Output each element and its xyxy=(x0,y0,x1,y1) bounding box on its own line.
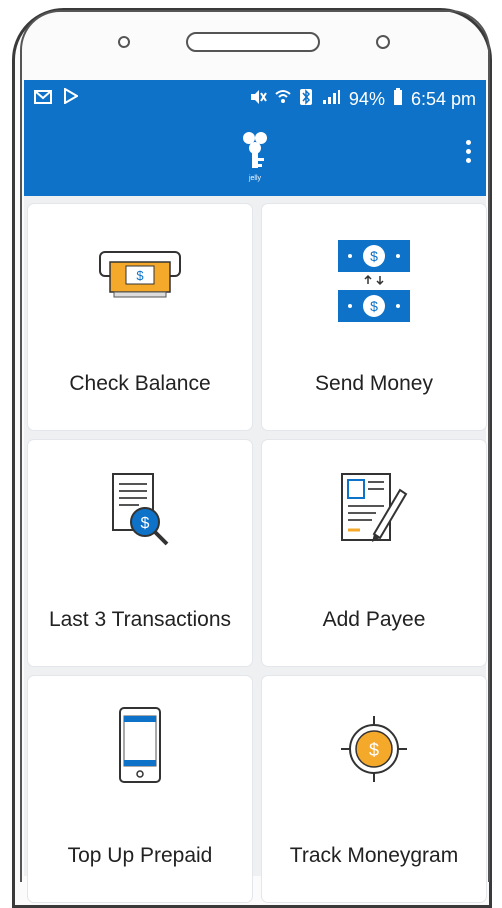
wifi-icon xyxy=(275,89,291,110)
tile-last-3-transactions[interactable]: $ Last 3 Transactions xyxy=(28,440,252,666)
tile-label: Send Money xyxy=(315,372,433,395)
signal-icon xyxy=(321,89,341,110)
svg-text:$: $ xyxy=(370,298,378,314)
atm-cash-icon: $ xyxy=(99,251,181,298)
tile-add-payee[interactable]: Add Payee xyxy=(262,440,486,666)
sensor-icon xyxy=(118,36,130,48)
statement-search-icon: $ xyxy=(112,473,169,546)
svg-text:$: $ xyxy=(369,740,379,760)
app-logo[interactable]: jelly xyxy=(238,126,272,182)
tile-label: Top Up Prepaid xyxy=(67,844,213,867)
battery-percent: 94% xyxy=(348,89,385,109)
tile-label: Track Moneygram xyxy=(289,844,459,867)
status-bar: 94% 6:54 pm xyxy=(24,80,486,118)
tile-send-money[interactable]: $ $ Send Money xyxy=(262,204,486,430)
tile-label: Check Balance xyxy=(69,372,211,395)
mute-icon xyxy=(249,89,267,110)
tile-top-up-prepaid[interactable]: Top Up Prepaid xyxy=(28,676,252,902)
money-transfer-icon: $ $ xyxy=(338,240,410,322)
tile-check-balance[interactable]: $ Check Balance xyxy=(28,204,252,430)
speaker-grille xyxy=(186,32,320,52)
bluetooth-icon xyxy=(299,88,313,111)
app-bar: jelly xyxy=(24,118,486,196)
battery-icon xyxy=(393,88,403,111)
tile-label: Add Payee xyxy=(322,608,426,631)
jelly-logo-icon: jelly xyxy=(243,132,267,182)
svg-text:$: $ xyxy=(141,515,150,532)
target-coin-icon: $ xyxy=(341,716,407,782)
overflow-menu-icon[interactable] xyxy=(466,140,472,163)
action-grid: $ Check Balance $ $ Send Money $ Last 3 … xyxy=(24,196,486,902)
tile-track-moneygram[interactable]: $ Track Moneygram xyxy=(262,676,486,902)
svg-text:$: $ xyxy=(136,268,144,283)
mobile-phone-icon xyxy=(119,707,161,783)
email-icon xyxy=(34,88,52,109)
logo-wordmark: jelly xyxy=(248,175,262,182)
tile-label: Last 3 Transactions xyxy=(48,608,232,631)
clock: 6:54 pm xyxy=(410,89,476,109)
svg-text:$: $ xyxy=(370,248,378,264)
front-camera-icon xyxy=(376,35,390,49)
form-edit-icon xyxy=(341,473,408,542)
play-store-icon xyxy=(64,87,79,109)
